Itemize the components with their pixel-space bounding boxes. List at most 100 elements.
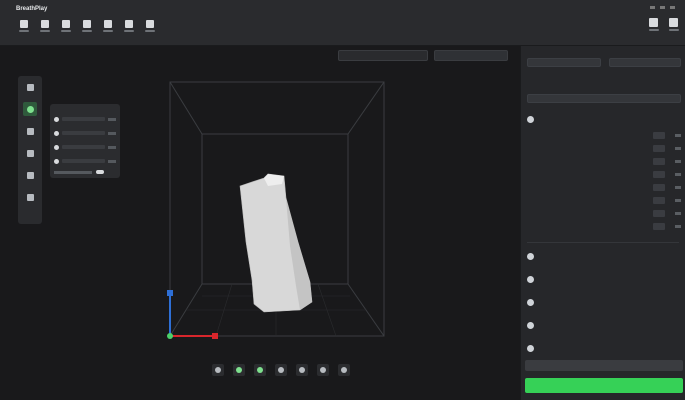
top-toolbar: BreathPlay [0, 0, 685, 46]
search-input[interactable] [338, 50, 428, 61]
param-value-field[interactable] [653, 209, 665, 217]
build-volume-scene[interactable] [0, 46, 520, 400]
arrange-icon [82, 20, 91, 28]
axis-gizmo [167, 290, 218, 339]
slice-icon [103, 20, 112, 28]
infill-icon [527, 276, 534, 283]
section-adhesion[interactable] [527, 322, 538, 329]
param-row[interactable] [529, 169, 681, 179]
property-row[interactable] [54, 112, 116, 126]
param-value-field[interactable] [653, 183, 665, 191]
param-row[interactable] [529, 156, 681, 166]
3d-model[interactable] [239, 173, 313, 313]
param-row[interactable] [529, 130, 681, 140]
property-icon [54, 144, 59, 150]
slice-button[interactable] [525, 378, 683, 393]
uniform-scale-toggle-row [54, 170, 116, 174]
view-front-button[interactable] [212, 364, 224, 376]
object-properties-panel [50, 104, 120, 178]
account-button[interactable] [648, 18, 659, 35]
view-iso-icon [257, 367, 263, 373]
shell-icon [527, 253, 534, 260]
tool-slice[interactable] [102, 20, 113, 37]
printer-select[interactable] [527, 58, 601, 67]
param-row[interactable] [529, 208, 681, 218]
main-tools [18, 20, 155, 37]
close-button[interactable] [670, 6, 675, 9]
property-icon [54, 116, 59, 122]
origin-point [167, 333, 173, 339]
section-infill[interactable] [527, 276, 538, 283]
home-icon [19, 20, 28, 28]
tool-open-folder[interactable] [23, 80, 37, 94]
divider [527, 242, 679, 243]
print-settings-panel [520, 46, 685, 400]
view-iso-button[interactable] [254, 364, 266, 376]
material-select[interactable] [609, 58, 681, 67]
tool-add-file[interactable] [39, 20, 50, 37]
property-row[interactable] [54, 140, 116, 154]
view-right-icon [299, 367, 305, 373]
view-top-icon [236, 367, 242, 373]
uniform-scale-toggle[interactable] [96, 170, 104, 174]
param-value-field[interactable] [653, 131, 665, 139]
param-row[interactable] [529, 195, 681, 205]
settings-icon [145, 20, 154, 28]
support-icon [527, 299, 534, 306]
view-front-icon [215, 367, 221, 373]
param-value-field[interactable] [653, 196, 665, 204]
cut-icon [26, 193, 34, 201]
minimize-button[interactable] [650, 6, 655, 9]
section-shell[interactable] [527, 253, 538, 260]
property-row[interactable] [54, 154, 116, 168]
z-axis-handle[interactable] [167, 290, 173, 296]
view-left-button[interactable] [275, 364, 287, 376]
toggle-label [54, 170, 92, 174]
section-support[interactable] [527, 299, 538, 306]
help-icon [669, 18, 678, 27]
tool-support[interactable] [123, 20, 134, 37]
3d-viewport[interactable] [0, 46, 520, 400]
help-button[interactable] [668, 18, 679, 35]
param-value-field[interactable] [653, 222, 665, 230]
section-layer[interactable] [527, 116, 538, 123]
mirror-icon [26, 171, 34, 179]
param-value-field[interactable] [653, 144, 665, 152]
view-left-icon [278, 367, 284, 373]
folder-icon [26, 83, 34, 91]
param-row[interactable] [529, 182, 681, 192]
tool-arrange[interactable] [81, 20, 92, 37]
tool-cut[interactable] [23, 190, 37, 204]
maximize-button[interactable] [660, 6, 665, 9]
support-icon [124, 20, 133, 28]
property-icon [54, 130, 59, 136]
param-row[interactable] [529, 221, 681, 231]
view-bottom-button[interactable] [338, 364, 350, 376]
window-controls [650, 6, 675, 9]
property-row[interactable] [54, 126, 116, 140]
top-right-tools [648, 18, 679, 35]
tool-rotate[interactable] [23, 124, 37, 138]
x-axis-handle[interactable] [212, 333, 218, 339]
tool-scale[interactable] [23, 146, 37, 160]
param-value-field[interactable] [653, 157, 665, 165]
scale-icon [26, 149, 34, 157]
tool-home[interactable] [18, 20, 29, 37]
tool-move[interactable] [23, 102, 37, 116]
move-icon [26, 105, 34, 113]
orient-icon [61, 20, 70, 28]
param-value-field[interactable] [653, 170, 665, 178]
section-advanced[interactable] [527, 345, 538, 352]
view-mode-select[interactable] [434, 50, 508, 61]
add-file-icon [40, 20, 49, 28]
view-right-button[interactable] [296, 364, 308, 376]
tool-orient[interactable] [60, 20, 71, 37]
adhesion-icon [527, 322, 534, 329]
preview-button[interactable] [525, 360, 683, 371]
param-row[interactable] [529, 143, 681, 153]
profile-select[interactable] [527, 94, 681, 103]
tool-mirror[interactable] [23, 168, 37, 182]
view-top-button[interactable] [233, 364, 245, 376]
tool-settings[interactable] [144, 20, 155, 37]
view-back-button[interactable] [317, 364, 329, 376]
